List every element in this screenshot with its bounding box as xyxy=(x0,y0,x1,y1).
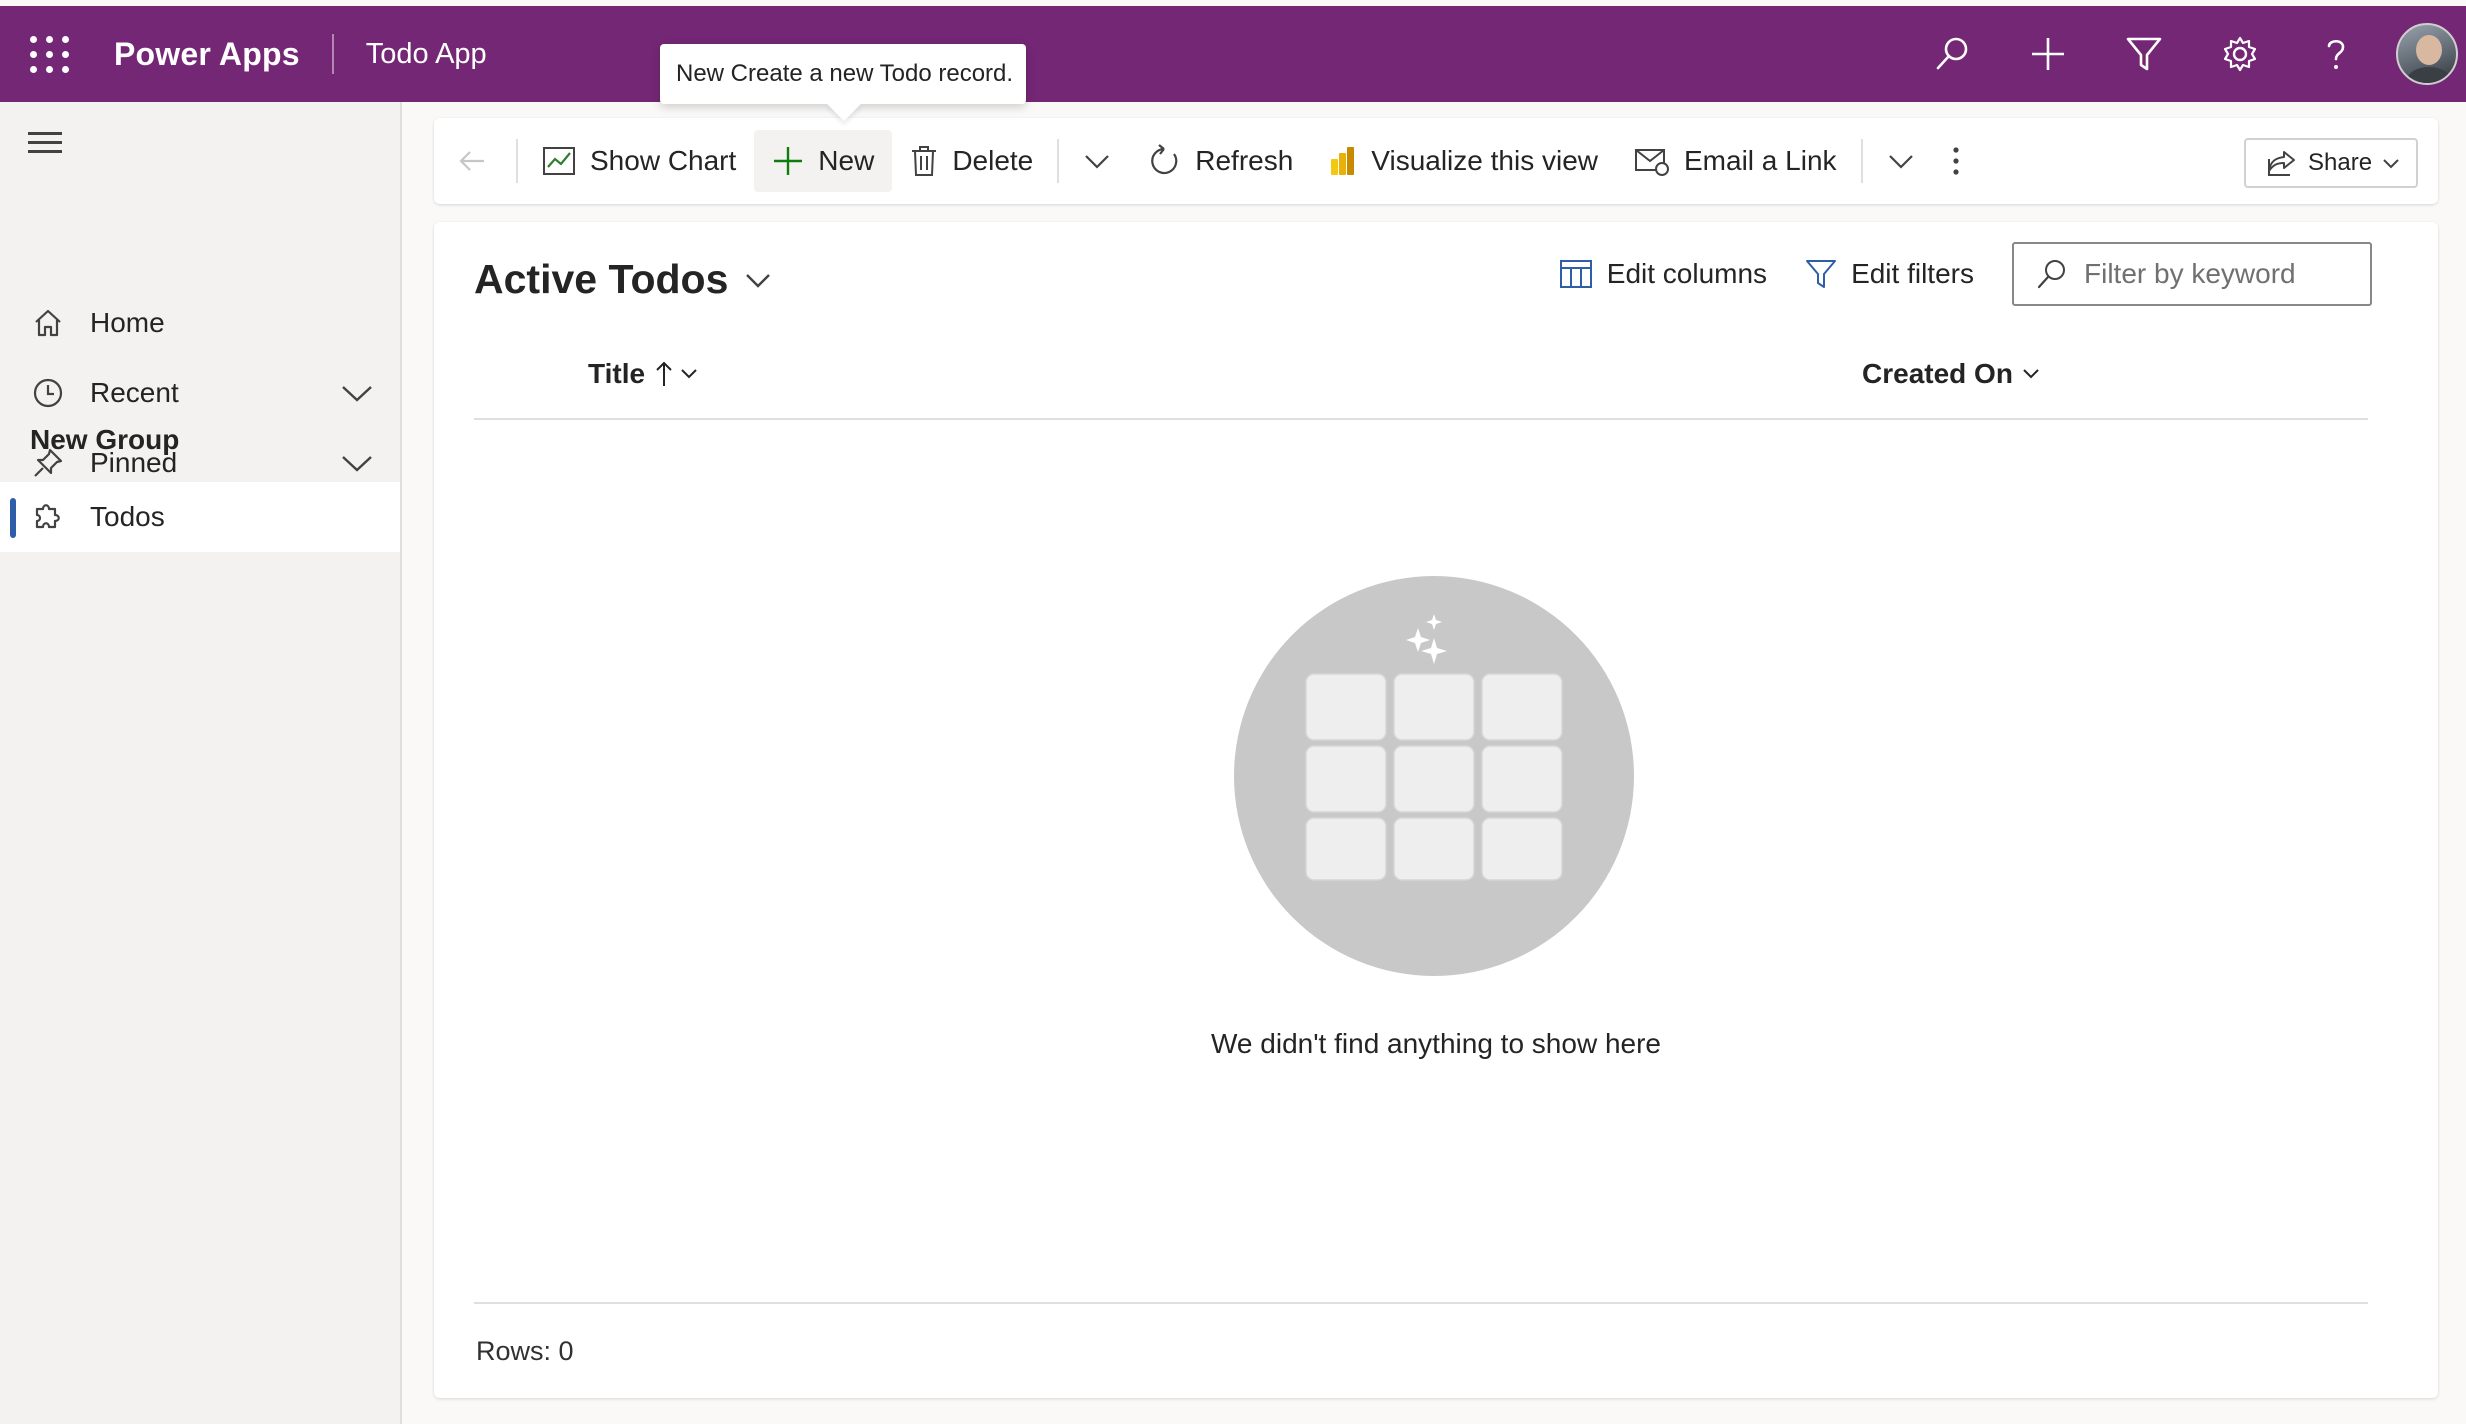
sidebar: Home Recent Pinned New Group Todos xyxy=(0,102,402,1424)
chart-icon xyxy=(543,147,575,175)
refresh-label: Refresh xyxy=(1195,145,1294,176)
column-header-title[interactable]: Title xyxy=(588,358,699,390)
new-button[interactable]: New xyxy=(754,130,893,192)
refresh-icon xyxy=(1151,144,1178,175)
power-bi-icon xyxy=(1331,147,1355,175)
view-tools: Edit columns Edit filters xyxy=(1559,242,2372,306)
edit-filters-button[interactable]: Edit filters xyxy=(1805,258,1974,290)
more-vertical-icon xyxy=(1952,147,1959,175)
sidebar-item-label: Todos xyxy=(90,501,165,532)
puzzle-icon xyxy=(28,497,68,537)
filter-keyword-box[interactable] xyxy=(2012,242,2372,306)
filter-icon xyxy=(1806,260,1837,288)
refresh-button[interactable]: Refresh xyxy=(1129,130,1311,192)
delete-label: Delete xyxy=(952,145,1034,176)
app-name[interactable]: Power Apps xyxy=(114,36,300,73)
chevron-down-icon xyxy=(746,273,771,288)
email-link-label: Email a Link xyxy=(1684,145,1837,176)
column-header-created-on[interactable]: Created On xyxy=(1862,358,2041,390)
view-grid-panel: Active Todos Edit columns Edit filters T… xyxy=(434,222,2438,1398)
edit-columns-icon xyxy=(1559,260,1592,288)
column-header-label: Title xyxy=(588,358,646,389)
toolbar-divider xyxy=(1860,139,1863,183)
edit-filters-label: Edit filters xyxy=(1851,258,1974,289)
active-indicator xyxy=(10,498,16,538)
new-button-tooltip: New Create a new Todo record. xyxy=(660,44,1026,104)
search-icon[interactable] xyxy=(1904,6,2000,102)
edit-columns-label: Edit columns xyxy=(1606,258,1768,289)
email-link-icon xyxy=(1635,149,1669,176)
show-chart-button[interactable]: Show Chart xyxy=(524,130,754,192)
share-label: Share xyxy=(2308,149,2373,176)
overflow-menu-button[interactable] xyxy=(1933,130,1979,192)
app-title[interactable]: Todo App xyxy=(366,38,487,71)
app-header: Power Apps Todo App xyxy=(0,6,2466,102)
clock-icon xyxy=(28,373,68,413)
home-icon xyxy=(28,303,68,343)
chevron-down-icon xyxy=(2023,369,2039,379)
plus-icon[interactable] xyxy=(2000,6,2096,102)
chevron-down-icon xyxy=(2383,159,2399,169)
toolbar-divider xyxy=(1057,139,1060,183)
more-commands-dropdown-2[interactable] xyxy=(1869,130,1933,192)
back-button[interactable] xyxy=(434,130,510,192)
share-icon xyxy=(2268,151,2295,176)
edit-columns-button[interactable]: Edit columns xyxy=(1559,258,1767,290)
chevron-down-icon xyxy=(681,369,697,379)
sidebar-item-todos[interactable]: Todos xyxy=(0,482,400,552)
more-commands-dropdown[interactable] xyxy=(1065,130,1129,192)
chevron-down-icon[interactable] xyxy=(340,448,374,485)
hamburger-icon[interactable] xyxy=(28,132,64,162)
trash-icon xyxy=(912,146,937,176)
empty-state-message: We didn't find anything to show here xyxy=(1211,1028,1661,1059)
sidebar-item-label: Recent xyxy=(90,377,179,408)
new-label: New xyxy=(818,145,875,176)
header-divider xyxy=(331,34,334,74)
empty-state-illustration xyxy=(1234,576,1634,976)
help-icon[interactable] xyxy=(2288,6,2384,102)
filter-keyword-input[interactable] xyxy=(2084,258,2364,290)
show-chart-label: Show Chart xyxy=(590,145,737,176)
chevron-down-icon xyxy=(1888,155,1913,169)
column-header-label: Created On xyxy=(1862,358,2013,389)
header-actions xyxy=(1904,6,2466,102)
sidebar-item-home[interactable]: Home xyxy=(0,290,400,356)
visualize-view-label: Visualize this view xyxy=(1371,145,1598,176)
share-button[interactable]: Share xyxy=(2244,138,2418,188)
avatar[interactable] xyxy=(2396,23,2458,85)
view-selector[interactable]: Active Todos xyxy=(474,256,772,303)
app-launcher-icon[interactable] xyxy=(30,34,70,74)
command-bar: Show Chart New Delete Refresh Visualize … xyxy=(434,118,2438,204)
toolbar-divider xyxy=(516,139,518,183)
empty-grid-icon xyxy=(1305,614,1563,881)
delete-button[interactable]: Delete xyxy=(892,130,1051,192)
filter-icon[interactable] xyxy=(2096,6,2192,102)
gear-icon[interactable] xyxy=(2192,6,2288,102)
chevron-down-icon xyxy=(1085,155,1110,169)
search-icon xyxy=(2037,260,2065,289)
sidebar-group-label: New Group xyxy=(30,424,180,455)
chevron-down-icon[interactable] xyxy=(340,378,374,415)
sort-ascending-icon xyxy=(656,361,672,386)
footer-divider xyxy=(474,1302,2368,1304)
page-title: Active Todos xyxy=(474,256,729,302)
sidebar-item-label: Home xyxy=(90,307,165,338)
visualize-view-button[interactable]: Visualize this view xyxy=(1311,130,1616,192)
sidebar-item-recent[interactable]: Recent xyxy=(0,360,400,426)
email-link-button[interactable]: Email a Link xyxy=(1616,130,1855,192)
plus-icon xyxy=(774,147,803,175)
row-count: Rows: 0 xyxy=(476,1336,574,1366)
header-divider xyxy=(474,418,2368,420)
